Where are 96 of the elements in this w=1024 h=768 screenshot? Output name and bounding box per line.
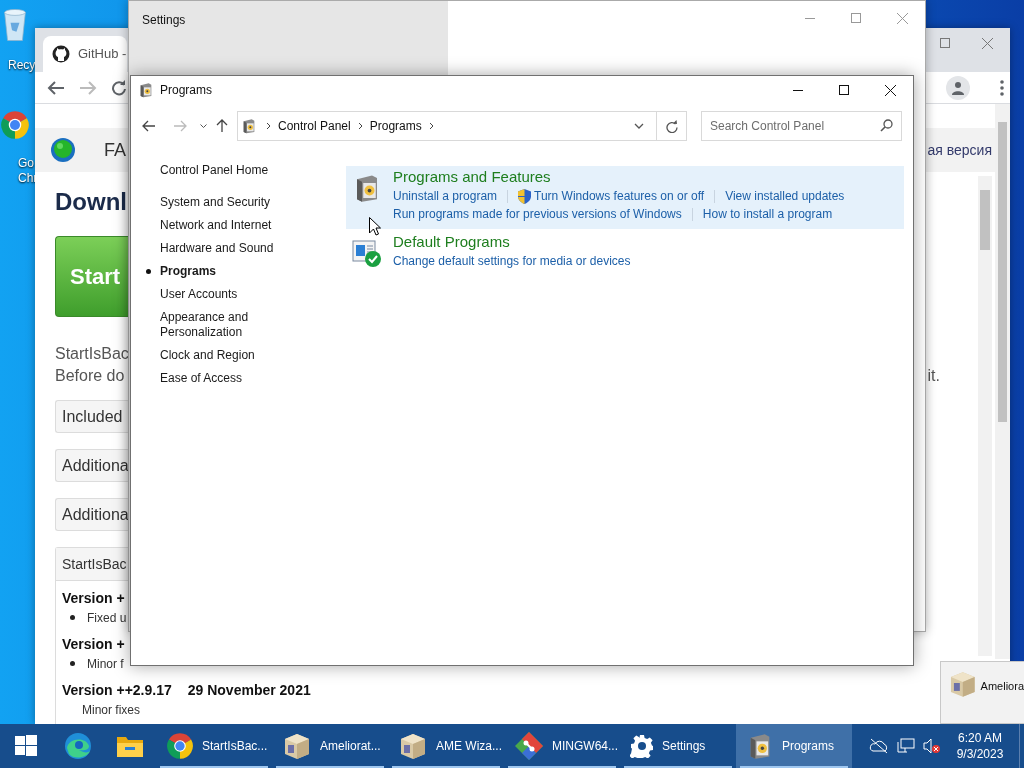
windows-logo-icon[interactable] [15, 735, 37, 757]
collapsible-panel[interactable]: Additiona [55, 449, 130, 482]
home-link[interactable]: Control Panel Home [160, 160, 269, 179]
window-title: Programs [160, 82, 212, 99]
back-icon[interactable] [47, 79, 65, 96]
cursor-icon [369, 217, 381, 236]
intro-text: Before do [55, 366, 125, 386]
version-heading: Version + [62, 588, 125, 608]
preview-title: Ameliora [980, 679, 1024, 694]
search-icon[interactable] [880, 119, 893, 132]
collapsible-panel[interactable]: Included [55, 400, 130, 433]
box-icon[interactable] [398, 732, 428, 760]
changelog-title: StartIsBac [56, 548, 130, 581]
minimize-icon [793, 89, 803, 91]
version-heading: Version + [62, 634, 125, 654]
reload-icon[interactable] [111, 79, 127, 96]
task-link[interactable]: Turn Windows features on or off [534, 187, 705, 205]
maximize-icon [851, 13, 861, 23]
changelog-item: Minor f [87, 655, 124, 673]
taskbar-button[interactable]: Programs [736, 724, 852, 768]
changelog-item: Fixed u [87, 609, 127, 627]
category-link[interactable]: User Accounts [160, 287, 280, 302]
close-icon [981, 37, 993, 49]
bullet-icon [70, 615, 75, 620]
settings-icon[interactable] [630, 734, 654, 758]
close-icon [884, 84, 896, 96]
caret-icon[interactable] [199, 124, 207, 128]
taskbar-button[interactable]: Settings [620, 724, 736, 768]
taskbar-button[interactable]: AME Wiza... [388, 724, 504, 768]
folder-icon[interactable] [116, 734, 144, 758]
taskbar-button[interactable]: Ameliorat... [272, 724, 388, 768]
menu-icon[interactable] [1000, 80, 1004, 96]
changelog-item: Minor fixes [82, 701, 140, 719]
intro-text: it. [927, 366, 940, 386]
task-link[interactable]: Run programs made for previous versions of Windows [393, 205, 682, 223]
up-icon[interactable] [216, 119, 228, 133]
scrollbar[interactable] [978, 176, 992, 656]
category-title[interactable]: Programs and Features [393, 165, 551, 189]
cloud-offline-icon[interactable] [869, 738, 889, 754]
task-link[interactable]: Change default settings for media or devices [393, 252, 631, 270]
task-link[interactable]: View installed updates [725, 187, 845, 205]
category-link[interactable]: Appearance and Personalization [160, 310, 280, 340]
box-icon[interactable] [948, 670, 978, 698]
category-title[interactable]: Default Programs [393, 230, 510, 254]
bullet-icon [70, 661, 75, 666]
search-field[interactable]: Search Control Panel [701, 111, 902, 141]
site-icon [52, 45, 70, 63]
browser-icon[interactable] [166, 732, 194, 760]
location-icon [241, 118, 257, 134]
category-link[interactable]: Programs [160, 264, 280, 279]
back-icon[interactable] [142, 120, 156, 132]
chevron-icon[interactable] [266, 122, 271, 130]
minimize-icon [805, 17, 815, 19]
browser-tab[interactable]: GitHub - [43, 36, 127, 72]
page-heading: Downl [55, 188, 127, 216]
collapsible-panel[interactable]: Additiona [55, 498, 130, 531]
scrollbar[interactable] [995, 104, 1010, 659]
language-link[interactable]: ая версия [927, 139, 992, 161]
category-link[interactable]: Hardware and Sound [160, 241, 280, 256]
taskbar-button[interactable]: StartIsBac... [156, 724, 272, 768]
diamond-icon[interactable] [514, 731, 544, 761]
clock[interactable]: 6:20 AM 9/3/2023 [949, 730, 1011, 762]
network-icon[interactable] [897, 738, 915, 754]
release-date: 29 November 2021 [187, 680, 311, 700]
category-link[interactable]: Network and Internet [160, 218, 280, 233]
window-title: Settings [142, 12, 186, 29]
default-programs-icon [352, 238, 382, 268]
task-link[interactable]: How to install a program [702, 205, 833, 223]
category-panel[interactable]: Programs and Features Uninstall a program Turn Windows features on or off View installed updates Run programs made for previous versions of Windows How to install a program [346, 166, 904, 229]
site-title: FA [104, 138, 126, 162]
window-icon [138, 82, 154, 98]
globe-logo-icon [50, 137, 76, 163]
volume-muted-icon[interactable] [923, 738, 941, 754]
refresh-icon[interactable] [665, 119, 678, 133]
tab-title: GitHub - [78, 45, 127, 64]
chevron-icon[interactable] [428, 122, 434, 130]
close-icon [896, 12, 908, 24]
browser-shortcut-icon[interactable] [0, 110, 30, 140]
address-bar[interactable]: Control Panel Programs [237, 111, 687, 141]
category-link[interactable]: Clock and Region [160, 348, 280, 363]
box-icon[interactable] [282, 732, 312, 760]
breadcrumb-item[interactable]: Control Panel [278, 117, 351, 135]
intro-text: StartIsBac [55, 344, 129, 364]
maximize-icon [940, 38, 950, 48]
browser-icon[interactable] [64, 732, 92, 760]
maximize-icon [839, 85, 849, 95]
category-link[interactable]: Ease of Access [160, 371, 280, 386]
chevron-icon[interactable] [357, 122, 363, 130]
breadcrumb-item[interactable]: Programs [369, 117, 422, 135]
taskbar-button[interactable]: MINGW64... [504, 724, 620, 768]
window-preview[interactable]: Ameliora [940, 661, 1024, 724]
dropdown-icon[interactable] [634, 123, 644, 129]
version-heading: Version ++2.9.17 [62, 680, 172, 700]
profile-icon[interactable] [946, 76, 970, 100]
task-link[interactable]: Uninstall a program [393, 187, 498, 205]
category-link[interactable]: System and Security [160, 195, 280, 210]
